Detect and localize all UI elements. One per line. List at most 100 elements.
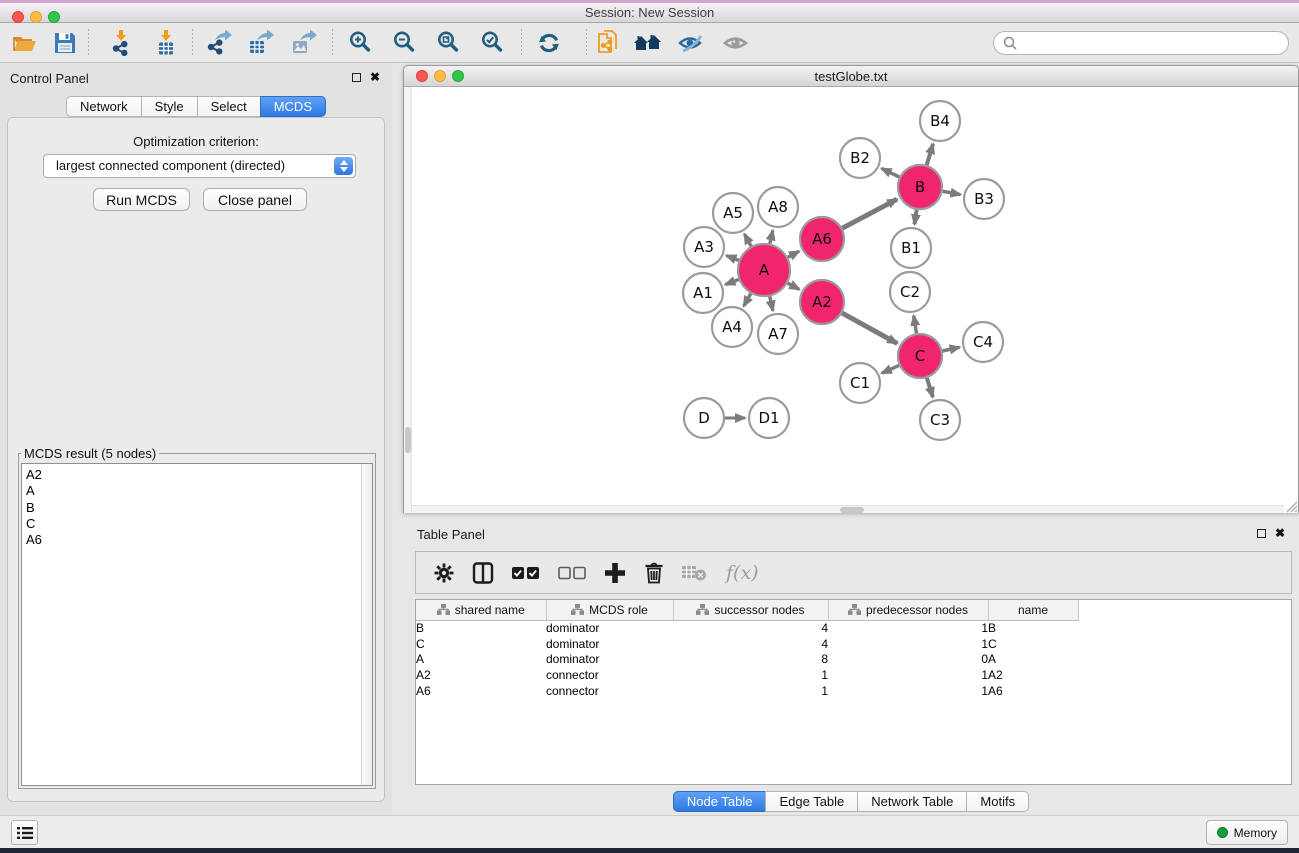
tab-edge-table[interactable]: Edge Table bbox=[765, 791, 858, 812]
mcds-result-item[interactable]: C bbox=[22, 516, 372, 532]
table-row[interactable]: Adominator80A bbox=[416, 652, 1078, 668]
close-window-button[interactable] bbox=[12, 11, 24, 23]
graph-edge-C-C1[interactable] bbox=[882, 365, 899, 373]
run-mcds-button[interactable]: Run MCDS bbox=[93, 188, 190, 211]
save-session-button[interactable] bbox=[48, 28, 82, 58]
delete-column-button[interactable] bbox=[644, 562, 664, 584]
table-cell[interactable]: 1 bbox=[828, 667, 988, 683]
mcds-result-item[interactable]: B bbox=[22, 500, 372, 516]
graph-edge-B-B2[interactable] bbox=[882, 168, 900, 177]
mcds-result-item[interactable]: A6 bbox=[22, 532, 372, 548]
table-row[interactable]: Bdominator41B bbox=[416, 620, 1078, 636]
tab-select[interactable]: Select bbox=[197, 96, 261, 117]
mcds-result-list[interactable]: A2ABCA6 bbox=[21, 463, 373, 786]
table-cell[interactable]: B bbox=[416, 620, 546, 636]
float-panel-icon[interactable] bbox=[352, 73, 361, 82]
graph-edge-A-A3[interactable] bbox=[726, 256, 738, 261]
zoom-out-button[interactable] bbox=[388, 28, 422, 58]
import-table-button[interactable] bbox=[149, 28, 183, 58]
create-new-column-button[interactable] bbox=[604, 562, 626, 584]
minimize-network-window-button[interactable] bbox=[434, 70, 446, 82]
column-header-predecessor-nodes[interactable]: predecessor nodes bbox=[828, 600, 988, 620]
deselect-all-columns-button[interactable] bbox=[558, 566, 586, 580]
table-cell[interactable]: 1 bbox=[828, 683, 988, 699]
table-cell[interactable]: dominator bbox=[546, 636, 673, 652]
table-cell[interactable]: 4 bbox=[673, 620, 828, 636]
graph-edge-C-C4[interactable] bbox=[942, 347, 959, 351]
show-graphics-details-button[interactable] bbox=[719, 28, 753, 58]
table-cell[interactable]: connector bbox=[546, 683, 673, 699]
graph-edge-A-A4[interactable] bbox=[744, 294, 751, 307]
open-session-button[interactable] bbox=[8, 28, 42, 58]
mcds-result-item[interactable]: A bbox=[22, 483, 372, 499]
tab-network-table[interactable]: Network Table bbox=[857, 791, 967, 812]
table-cell[interactable]: dominator bbox=[546, 652, 673, 668]
table-cell[interactable]: 1 bbox=[828, 620, 988, 636]
graph-edge-B-B3[interactable] bbox=[943, 191, 961, 194]
graph-edge-A6-B[interactable] bbox=[842, 199, 897, 228]
table-row[interactable]: A2connector11A2 bbox=[416, 667, 1078, 683]
graph-edge-A-A6[interactable] bbox=[788, 251, 799, 257]
tab-network[interactable]: Network bbox=[66, 96, 142, 117]
mcds-result-item[interactable]: A2 bbox=[22, 464, 372, 483]
graph-edge-A-A7[interactable] bbox=[770, 296, 773, 310]
tab-node-table[interactable]: Node Table bbox=[673, 791, 767, 812]
table-cell[interactable]: A bbox=[988, 652, 1078, 668]
export-image-button[interactable] bbox=[287, 28, 321, 58]
graph-edge-A-A8[interactable] bbox=[770, 230, 773, 243]
table-cell[interactable]: 0 bbox=[828, 652, 988, 668]
network-canvas[interactable]: B4B2BB3A5A8A6A3B1AA1C2A2A4A7C4CC1C3DD1 bbox=[404, 87, 1298, 513]
criterion-dropdown[interactable]: largest connected component (directed) bbox=[43, 154, 356, 178]
table-cell[interactable]: 4 bbox=[673, 636, 828, 652]
canvas-vertical-scrollbar[interactable] bbox=[404, 87, 412, 513]
scrollbar-thumb[interactable] bbox=[840, 507, 864, 513]
column-header-shared-name[interactable]: shared name bbox=[416, 600, 546, 620]
export-table-button[interactable] bbox=[244, 28, 278, 58]
float-panel-icon[interactable] bbox=[1257, 529, 1266, 538]
search-field[interactable] bbox=[993, 31, 1289, 55]
close-network-window-button[interactable] bbox=[416, 70, 428, 82]
zoom-window-button[interactable] bbox=[48, 11, 60, 23]
column-header-MCDS-role[interactable]: MCDS role bbox=[546, 600, 673, 620]
table-cell[interactable]: 1 bbox=[673, 667, 828, 683]
table-cell[interactable]: dominator bbox=[546, 620, 673, 636]
graph-edge-C-C3[interactable] bbox=[927, 378, 933, 397]
tab-mcds[interactable]: MCDS bbox=[260, 96, 326, 117]
column-header-successor-nodes[interactable]: successor nodes bbox=[673, 600, 828, 620]
delete-table-button[interactable] bbox=[682, 564, 708, 582]
list-scrollbar[interactable] bbox=[361, 464, 372, 785]
graph-edge-C-C2[interactable] bbox=[914, 316, 917, 334]
task-history-button[interactable] bbox=[11, 820, 38, 845]
table-row[interactable]: A6connector11A6 bbox=[416, 683, 1078, 699]
graph-edge-A-A2[interactable] bbox=[788, 283, 800, 289]
scrollbar-thumb[interactable] bbox=[405, 427, 411, 453]
close-panel-icon[interactable]: ✖ bbox=[370, 70, 380, 84]
zoom-fit-button[interactable] bbox=[432, 28, 466, 58]
table-cell[interactable]: A6 bbox=[988, 683, 1078, 699]
home-networks-button[interactable] bbox=[631, 28, 665, 58]
table-settings-button[interactable] bbox=[434, 563, 454, 583]
network-window-titlebar[interactable]: testGlobe.txt bbox=[404, 66, 1298, 87]
minimize-window-button[interactable] bbox=[30, 11, 42, 23]
tab-motifs[interactable]: Motifs bbox=[966, 791, 1029, 812]
close-panel-button[interactable]: Close panel bbox=[203, 188, 307, 211]
export-network-button[interactable] bbox=[202, 28, 236, 58]
table-cell[interactable]: C bbox=[988, 636, 1078, 652]
table-cell[interactable]: 1 bbox=[673, 683, 828, 699]
column-header-name[interactable]: name bbox=[988, 600, 1078, 620]
function-builder-button[interactable]: f(x) bbox=[726, 562, 759, 584]
table-cell[interactable]: A2 bbox=[988, 667, 1078, 683]
table-cell[interactable]: A2 bbox=[416, 667, 546, 683]
table-cell[interactable]: A6 bbox=[416, 683, 546, 699]
zoom-in-button[interactable] bbox=[344, 28, 378, 58]
new-network-from-selection-button[interactable] bbox=[592, 28, 626, 58]
refresh-view-button[interactable] bbox=[532, 28, 566, 58]
graph-edge-A2-C[interactable] bbox=[842, 313, 897, 343]
table-cell[interactable]: connector bbox=[546, 667, 673, 683]
zoom-selected-button[interactable] bbox=[476, 28, 510, 58]
table-cell[interactable]: 8 bbox=[673, 652, 828, 668]
select-all-columns-button[interactable] bbox=[512, 566, 540, 580]
hide-show-graphics-button[interactable] bbox=[674, 28, 708, 58]
graph-edge-A-A5[interactable] bbox=[744, 234, 751, 246]
toggle-column-view-button[interactable] bbox=[472, 562, 494, 584]
